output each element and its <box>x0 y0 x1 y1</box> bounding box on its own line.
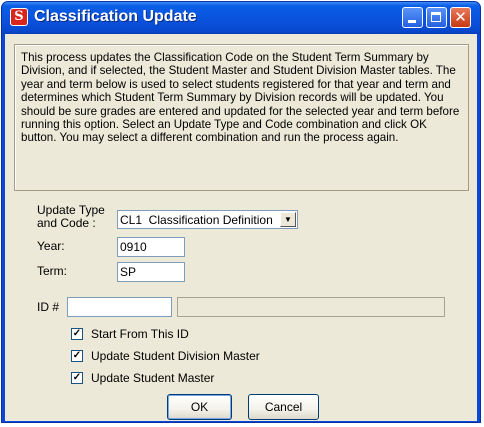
update-student-master-label: Update Student Master <box>91 371 215 385</box>
app-icon: S <box>10 8 28 26</box>
start-from-id-label: Start From This ID <box>91 327 189 341</box>
maximize-icon <box>431 12 441 22</box>
close-icon: ✕ <box>454 8 467 26</box>
id-label: ID # <box>37 300 60 314</box>
id-input[interactable] <box>67 297 172 317</box>
year-label: Year: <box>37 239 65 253</box>
window-title: Classification Update <box>34 8 197 25</box>
ok-button[interactable]: OK <box>167 394 232 420</box>
update-type-select[interactable]: CL1 Classification Definition ▼ <box>117 210 298 229</box>
update-student-master-checkbox[interactable]: ✓ <box>71 372 83 384</box>
update-division-master-checkbox[interactable]: ✓ <box>71 350 83 362</box>
term-input[interactable]: SP <box>117 262 185 282</box>
minimize-icon <box>408 20 416 23</box>
term-label: Term: <box>37 264 67 278</box>
maximize-button[interactable] <box>426 7 447 28</box>
update-type-label-line2: and Code : <box>37 216 96 230</box>
cancel-button[interactable]: Cancel <box>248 394 319 420</box>
dropdown-arrow-icon[interactable]: ▼ <box>280 212 296 227</box>
dialog-window: S Classification Update ✕ This process u… <box>1 1 481 423</box>
close-button[interactable]: ✕ <box>450 7 471 28</box>
description-panel: This process updates the Classification … <box>14 44 469 191</box>
year-input[interactable]: 0910 <box>117 237 185 257</box>
minimize-button[interactable] <box>402 7 423 28</box>
update-division-master-label: Update Student Division Master <box>91 349 260 363</box>
start-from-id-checkbox[interactable]: ✓ <box>71 328 83 340</box>
title-bar[interactable]: S Classification Update ✕ <box>2 2 480 34</box>
update-type-value: CL1 Classification Definition <box>120 213 273 227</box>
dialog-body: This process updates the Classification … <box>5 34 477 421</box>
id-name-display <box>177 297 445 317</box>
